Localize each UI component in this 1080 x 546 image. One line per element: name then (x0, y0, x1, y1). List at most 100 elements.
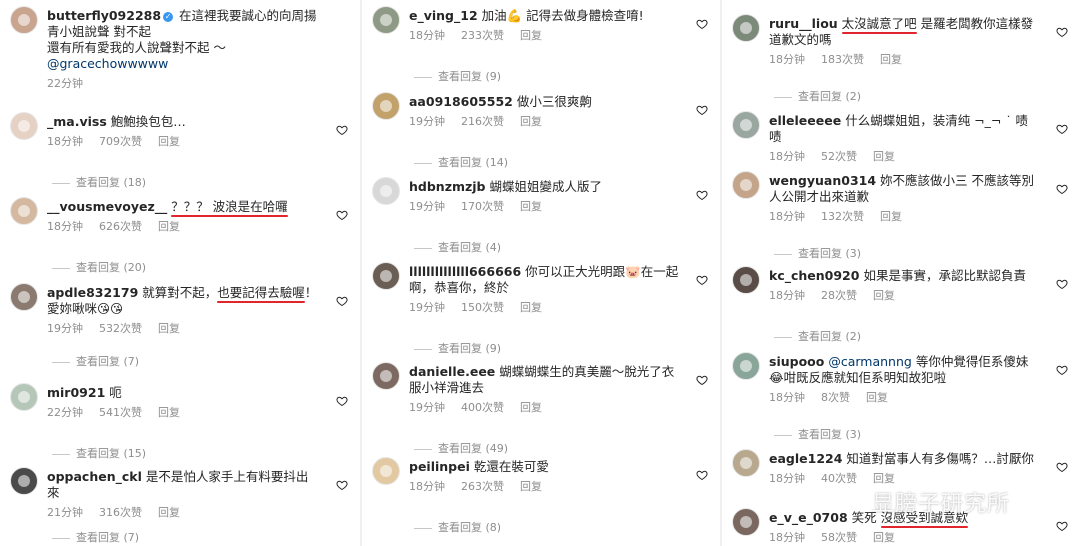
heart-icon[interactable] (696, 374, 708, 386)
comment-username[interactable]: e_v_e_0708 (769, 510, 848, 525)
avatar[interactable] (372, 92, 400, 120)
comment-mention[interactable]: @gracechowwwww (47, 56, 168, 71)
comment-likes[interactable]: 40次赞 (821, 472, 857, 485)
reply-button[interactable]: 回复 (520, 29, 542, 42)
comment-mention[interactable]: @carmannng (828, 354, 912, 369)
view-replies-button[interactable]: 查看回复 (9) (414, 340, 501, 356)
heart-icon[interactable] (336, 124, 348, 136)
reply-button[interactable]: 回复 (880, 210, 902, 223)
comment-username[interactable]: peilinpei (409, 459, 470, 474)
reply-button[interactable]: 回复 (873, 289, 895, 302)
comment-username[interactable]: hdbnzmzjb (409, 179, 486, 194)
view-replies-button[interactable]: 查看回复 (9) (414, 68, 501, 84)
avatar[interactable] (732, 352, 760, 380)
avatar[interactable] (372, 262, 400, 290)
comment-likes[interactable]: 28次赞 (821, 289, 857, 302)
view-replies-button[interactable]: 查看回复 (18) (52, 174, 146, 190)
avatar[interactable] (372, 177, 400, 205)
avatar[interactable] (732, 449, 760, 477)
view-replies-button[interactable]: 查看回复 (2) (774, 328, 861, 344)
heart-icon[interactable] (696, 274, 708, 286)
comment-username[interactable]: llllllllllllll666666 (409, 264, 521, 279)
reply-button[interactable]: 回复 (873, 531, 895, 544)
comment-username[interactable]: ruru__liou (769, 16, 838, 31)
comment-likes[interactable]: 132次赞 (821, 210, 864, 223)
avatar[interactable] (10, 112, 38, 140)
comment-username[interactable]: kc_chen0920 (769, 268, 859, 283)
comment-likes[interactable]: 8次赞 (821, 391, 850, 404)
reply-button[interactable]: 回复 (873, 150, 895, 163)
comment-username[interactable]: _ma.viss (47, 114, 107, 129)
comment-likes[interactable]: 183次赞 (821, 53, 864, 66)
reply-button[interactable]: 回复 (520, 301, 542, 314)
comment-username[interactable]: apdle832179 (47, 285, 138, 300)
comment-username[interactable]: e_ving_12 (409, 8, 478, 23)
reply-button[interactable]: 回复 (158, 135, 180, 148)
heart-icon[interactable] (336, 295, 348, 307)
comment-likes[interactable]: 150次赞 (461, 301, 504, 314)
heart-icon[interactable] (696, 104, 708, 116)
reply-button[interactable]: 回复 (520, 401, 542, 414)
reply-button[interactable]: 回复 (866, 391, 888, 404)
comment-likes[interactable]: 400次赞 (461, 401, 504, 414)
comment-likes[interactable]: 52次赞 (821, 150, 857, 163)
comment-username[interactable]: elleleeeee (769, 113, 841, 128)
avatar[interactable] (732, 171, 760, 199)
comment-likes[interactable]: 541次赞 (99, 406, 142, 419)
view-replies-button[interactable]: 查看回复 (3) (774, 426, 861, 442)
reply-button[interactable]: 回复 (520, 480, 542, 493)
avatar[interactable] (732, 508, 760, 536)
comment-likes[interactable]: 233次赞 (461, 29, 504, 42)
avatar[interactable] (732, 14, 760, 42)
view-replies-button[interactable]: 查看回复 (4) (414, 239, 501, 255)
view-replies-button[interactable]: 查看回复 (20) (52, 259, 146, 275)
view-replies-button[interactable]: 查看回复 (8) (414, 519, 501, 535)
reply-button[interactable]: 回复 (158, 406, 180, 419)
avatar[interactable] (372, 6, 400, 34)
comment-likes[interactable]: 626次赞 (99, 220, 142, 233)
avatar[interactable] (732, 111, 760, 139)
reply-button[interactable]: 回复 (520, 115, 542, 128)
reply-button[interactable]: 回复 (880, 53, 902, 66)
view-replies-button[interactable]: 查看回复 (14) (414, 154, 508, 170)
comment-username[interactable]: eagle1224 (769, 451, 842, 466)
heart-icon[interactable] (1056, 26, 1068, 38)
heart-icon[interactable] (696, 469, 708, 481)
comment-username[interactable]: aa0918605552 (409, 94, 513, 109)
view-replies-button[interactable]: 查看回复 (7) (52, 353, 139, 369)
heart-icon[interactable] (1056, 123, 1068, 135)
reply-button[interactable]: 回复 (520, 200, 542, 213)
comment-likes[interactable]: 170次赞 (461, 200, 504, 213)
avatar[interactable] (372, 362, 400, 390)
heart-icon[interactable] (1056, 183, 1068, 195)
avatar[interactable] (10, 6, 38, 34)
view-replies-button[interactable]: 查看回复 (7) (52, 529, 139, 545)
comment-username[interactable]: oppachen_ckl (47, 469, 142, 484)
heart-icon[interactable] (696, 189, 708, 201)
avatar[interactable] (10, 283, 38, 311)
heart-icon[interactable] (696, 18, 708, 30)
reply-button[interactable]: 回复 (158, 506, 180, 519)
view-replies-button[interactable]: 查看回复 (3) (774, 245, 861, 261)
avatar[interactable] (10, 467, 38, 495)
comment-likes[interactable]: 532次赞 (99, 322, 142, 335)
avatar[interactable] (10, 197, 38, 225)
avatar[interactable] (372, 457, 400, 485)
avatar[interactable] (732, 266, 760, 294)
comment-username[interactable]: danielle.eee (409, 364, 495, 379)
view-replies-button[interactable]: 查看回复 (2) (774, 88, 861, 104)
reply-button[interactable]: 回复 (158, 220, 180, 233)
reply-button[interactable]: 回复 (158, 322, 180, 335)
comment-likes[interactable]: 216次赞 (461, 115, 504, 128)
reply-button[interactable]: 回复 (873, 472, 895, 485)
avatar[interactable] (10, 383, 38, 411)
view-replies-button[interactable]: 查看回复 (15) (52, 445, 146, 461)
comment-username[interactable]: mir0921 (47, 385, 105, 400)
heart-icon[interactable] (336, 479, 348, 491)
comment-username[interactable]: siupooo (769, 354, 824, 369)
heart-icon[interactable] (1056, 461, 1068, 473)
comment-likes[interactable]: 58次赞 (821, 531, 857, 544)
heart-icon[interactable] (1056, 364, 1068, 376)
comment-likes[interactable]: 709次赞 (99, 135, 142, 148)
heart-icon[interactable] (1056, 278, 1068, 290)
